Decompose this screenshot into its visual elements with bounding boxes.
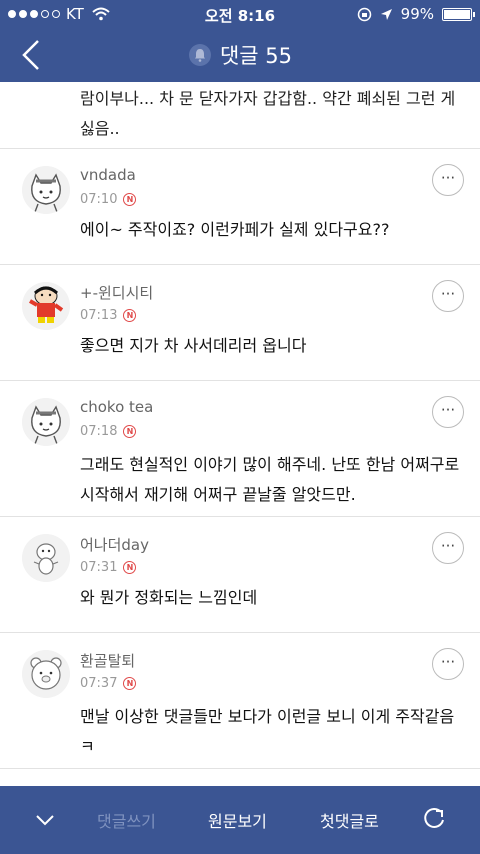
more-options-button[interactable]: ··· — [432, 648, 464, 680]
bear-avatar-icon — [22, 650, 70, 698]
comment-text: 그래도 현실적인 이야기 많이 해주네. 난또 한남 어쩌구로 시작해서 재기해… — [80, 455, 460, 504]
new-badge: N — [123, 193, 137, 206]
comment-meta: 07:31 N — [80, 560, 137, 575]
comment-text: 에이~ 주작이죠? 이런카페가 실제 있다구요?? — [80, 220, 390, 239]
comment-list[interactable]: 람이부나... 차 문 닫자가자 갑갑함.. 약간 폐쇠된 그런 게 싫음.. … — [0, 82, 480, 786]
first-comment-button[interactable]: 첫댓글로 — [320, 808, 379, 832]
divider — [0, 632, 480, 633]
top-bar: KT 오전 8:16 99% 댓글 55 — [0, 0, 480, 82]
new-badge: N — [123, 425, 137, 438]
location-icon — [380, 8, 392, 20]
divider — [0, 264, 480, 265]
comment-meta: 07:13 N — [80, 308, 137, 323]
divider — [0, 516, 480, 517]
comment-text: 좋으면 지가 차 사서데리러 옵니다 — [80, 336, 307, 355]
header-title-group: 댓글 55 — [0, 40, 480, 70]
rotation-lock-icon — [357, 7, 371, 21]
comment-time: 07:31 — [80, 560, 118, 575]
avatar[interactable] — [22, 534, 70, 582]
view-original-button[interactable]: 원문보기 — [208, 808, 267, 832]
comment-meta: 07:18 N — [80, 424, 137, 439]
new-badge: N — [123, 309, 137, 322]
write-comment-button[interactable]: 댓글쓰기 — [97, 808, 156, 832]
more-options-button[interactable]: ··· — [432, 532, 464, 564]
avatar[interactable] — [22, 398, 70, 446]
battery-icon — [442, 7, 475, 21]
status-right: 99% — [357, 5, 475, 23]
comment-meta: 07:37 N — [80, 676, 137, 691]
comment-text: 맨날 이상한 댓글들만 보다가 이런글 보니 이게 주작같음ㅋ — [80, 707, 455, 756]
status-bar: KT 오전 8:16 99% — [0, 0, 480, 28]
comment-time: 07:10 — [80, 192, 118, 207]
avatar[interactable] — [22, 282, 70, 330]
comment-time: 07:13 — [80, 308, 118, 323]
new-badge: N — [123, 677, 137, 690]
divider — [0, 768, 480, 769]
chevron-down-icon[interactable] — [36, 814, 54, 826]
comment-time: 07:18 — [80, 424, 118, 439]
battery-percent: 99% — [400, 5, 434, 23]
comment-username[interactable]: 환골탈퇴 — [80, 650, 135, 671]
comment-time: 07:37 — [80, 676, 118, 691]
comment-username[interactable]: vndada — [80, 166, 136, 184]
divider — [0, 380, 480, 381]
more-options-button[interactable]: ··· — [432, 280, 464, 312]
bell-icon — [188, 44, 211, 66]
comment-text-fragment: 람이부나... 차 문 닫자가자 갑갑함.. 약간 폐쇠된 그런 게 싫음.. — [80, 89, 456, 138]
new-badge: N — [123, 561, 137, 574]
bottom-toolbar: 댓글쓰기 원문보기 첫댓글로 — [0, 786, 480, 854]
page-title: 댓글 55 — [219, 44, 293, 68]
divider — [0, 148, 480, 149]
comment-username[interactable]: choko tea — [80, 398, 153, 416]
cat-sketch-avatar-icon — [22, 398, 70, 446]
more-options-button[interactable]: ··· — [432, 164, 464, 196]
shinchan-avatar-icon — [22, 282, 70, 330]
comment-text: 와 뭔가 정화되는 느낌인데 — [80, 588, 258, 607]
blob-avatar-icon — [22, 534, 70, 582]
comment-meta: 07:10 N — [80, 192, 137, 207]
comment-username[interactable]: +-윈디시티 — [80, 282, 153, 303]
more-options-button[interactable]: ··· — [432, 396, 464, 428]
refresh-icon[interactable] — [421, 806, 447, 832]
comment-username[interactable]: 어나더day — [80, 534, 149, 555]
cat-sketch-avatar-icon — [22, 166, 70, 214]
avatar[interactable] — [22, 166, 70, 214]
avatar[interactable] — [22, 650, 70, 698]
